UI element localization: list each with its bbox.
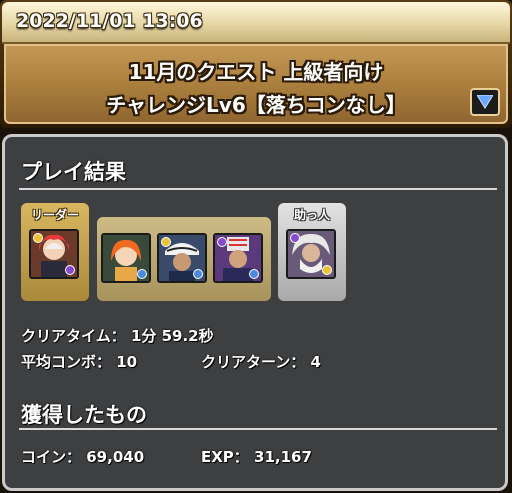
helper-slot[interactable]: 助っ人 xyxy=(278,203,346,301)
light-orb-icon xyxy=(33,233,43,243)
clear-time-value: 1分 59.2秒 xyxy=(130,327,214,345)
leader-tag: リーダー xyxy=(30,208,79,222)
coin-value: 69,040 xyxy=(86,448,145,466)
dark-orb-icon xyxy=(65,265,75,275)
quest-title-line-1: 11月のクエスト 上級者向け xyxy=(128,60,384,84)
play-result-heading: プレイ結果 xyxy=(21,160,126,184)
water-orb-icon xyxy=(249,269,259,279)
clear-time-label: クリアタイム： xyxy=(21,327,126,345)
leader-monster-icon[interactable] xyxy=(29,229,79,279)
triangle-down-icon xyxy=(477,95,493,109)
clear-turn-value: 4 xyxy=(310,353,321,371)
exp-label: EXP： xyxy=(201,448,249,466)
rewards-heading: 獲得したもの xyxy=(21,403,147,427)
exp-earned: EXP： 31,167 xyxy=(201,446,312,467)
light-orb-icon xyxy=(161,237,171,247)
clear-datetime: 2022/11/01 13:06 xyxy=(16,10,203,32)
water-orb-icon xyxy=(193,269,203,279)
helper-tag: 助っ人 xyxy=(293,208,330,222)
team-monster-3-icon[interactable] xyxy=(213,233,263,283)
divider xyxy=(19,428,497,430)
dark-orb-icon xyxy=(290,233,300,243)
average-combo: 平均コンボ： 10 xyxy=(21,351,137,372)
expand-button[interactable] xyxy=(470,88,500,116)
team-monster-1-icon[interactable] xyxy=(101,233,151,283)
quest-title-box: 11月のクエスト 上級者向け チャレンジLv6【落ちコンなし】 xyxy=(4,44,508,124)
quest-title-line-2: チャレンジLv6【落ちコンなし】 xyxy=(106,93,406,117)
quest-header: 2022/11/01 13:06 11月のクエスト 上級者向け チャレンジLv6… xyxy=(0,0,512,128)
dark-orb-icon xyxy=(217,237,227,247)
clear-turns: クリアターン： 4 xyxy=(201,351,321,372)
water-orb-icon xyxy=(137,269,147,279)
avg-combo-value: 10 xyxy=(116,353,138,371)
light-orb-icon xyxy=(322,265,332,275)
helper-monster-icon[interactable] xyxy=(286,229,336,279)
leader-slot[interactable]: リーダー xyxy=(21,203,89,301)
coins-earned: コイン： 69,040 xyxy=(21,446,144,467)
clear-time: クリアタイム： 1分 59.2秒 xyxy=(21,325,214,346)
coin-label: コイン： xyxy=(21,448,82,466)
clear-turn-label: クリアターン： xyxy=(201,353,306,371)
date-bar: 2022/11/01 13:06 xyxy=(2,2,510,44)
team-members xyxy=(97,217,271,301)
exp-value: 31,167 xyxy=(254,448,312,466)
team-monster-2-icon[interactable] xyxy=(157,233,207,283)
divider xyxy=(19,188,497,190)
avg-combo-label: 平均コンボ： xyxy=(21,353,112,371)
result-panel: プレイ結果 リーダー 助っ人 クリアタイム： 1分 59.2秒 平均コンボ： 1… xyxy=(2,134,508,491)
